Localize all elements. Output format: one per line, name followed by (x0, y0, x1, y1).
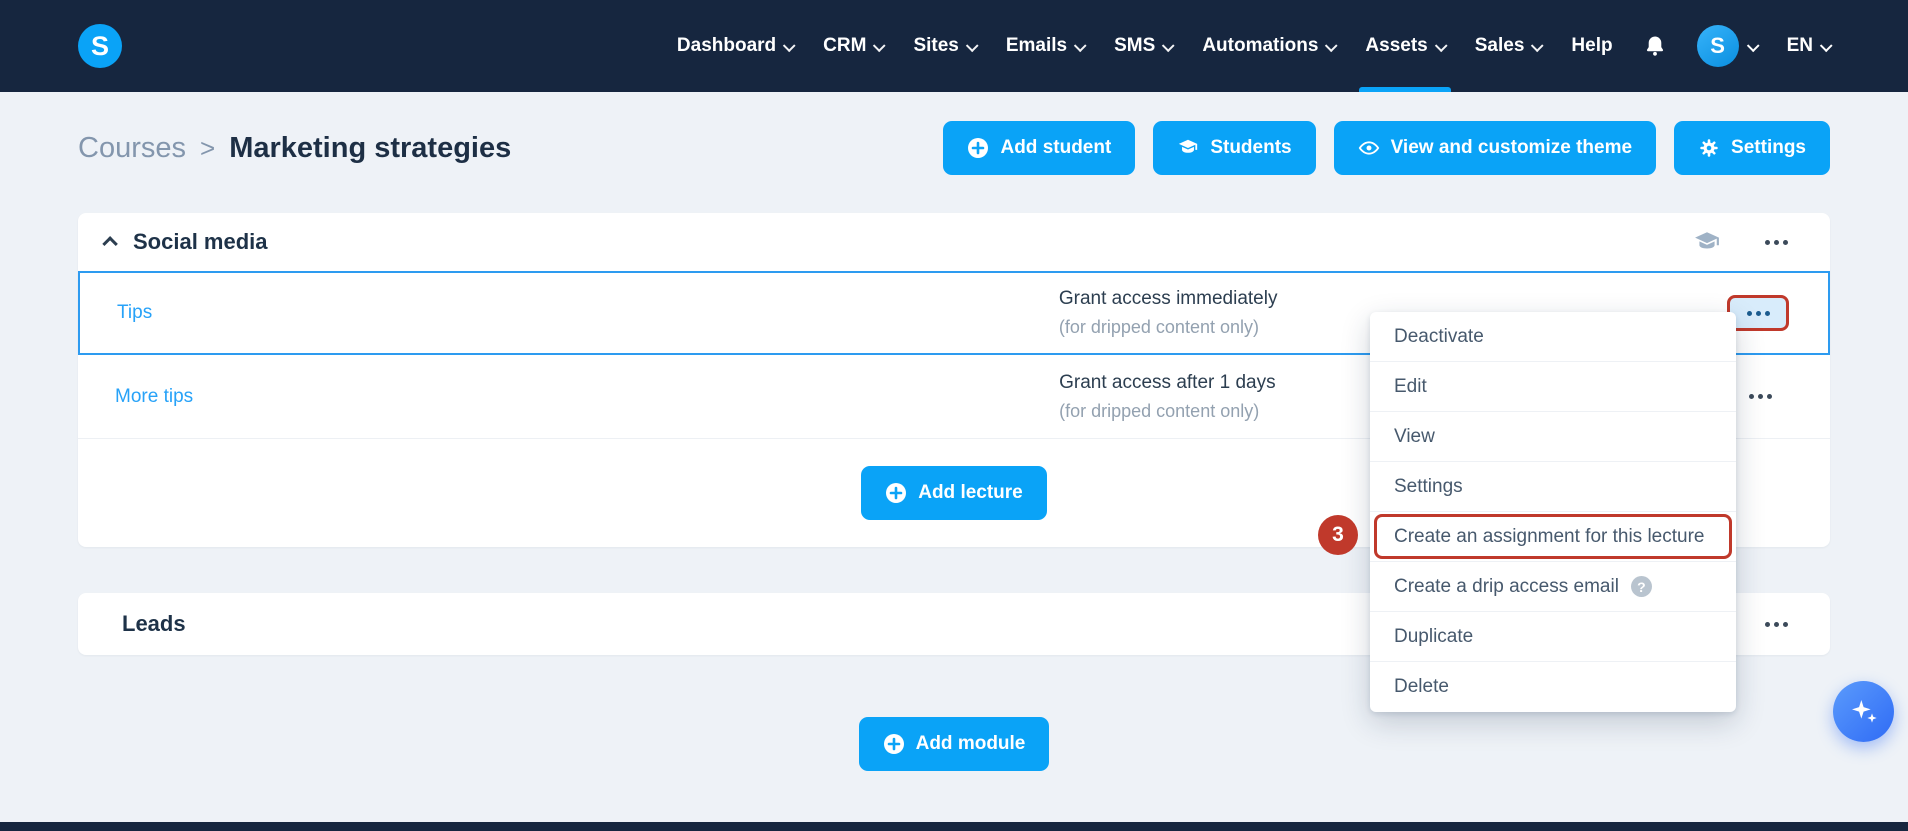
menu-item-view[interactable]: View (1370, 412, 1736, 462)
sparkles-icon (1851, 699, 1877, 723)
nav-sms[interactable]: SMS (1114, 0, 1175, 92)
page-title: Marketing strategies (229, 131, 512, 164)
students-icon (1179, 139, 1198, 153)
add-student-button[interactable]: Add student (943, 121, 1136, 175)
footer-strip (0, 822, 1908, 831)
chevron-down-icon (1162, 38, 1175, 52)
app-logo[interactable]: S (78, 24, 122, 68)
chevron-down-icon (1073, 38, 1087, 52)
gear-icon (1700, 139, 1718, 157)
graduation-cap-icon[interactable] (1694, 229, 1720, 255)
plus-circle-icon (886, 483, 907, 503)
ellipsis-icon (1748, 394, 1772, 399)
nav-help[interactable]: Help (1571, 0, 1612, 92)
plus-circle-icon (968, 138, 989, 158)
ai-assistant-button[interactable] (1833, 681, 1894, 742)
menu-item-create-assignment[interactable]: Create an assignment for this lecture (1370, 512, 1736, 562)
breadcrumb-courses-link[interactable]: Courses (78, 132, 186, 165)
chevron-down-icon (1325, 38, 1338, 52)
chevron-down-icon (1434, 38, 1448, 52)
avatar: S (1696, 25, 1739, 67)
lecture-link-tips[interactable]: Tips (80, 302, 1059, 324)
chevron-down-icon (1531, 38, 1544, 52)
nav-sales[interactable]: Sales (1475, 0, 1544, 92)
help-question-icon[interactable]: ? (1630, 576, 1652, 597)
module-title: Social media (133, 229, 268, 254)
header-actions: Add student Students View and customize … (943, 121, 1830, 175)
logo-letter: S (90, 30, 109, 61)
nav-sites[interactable]: Sites (913, 0, 979, 92)
menu-item-delete[interactable]: Delete (1370, 662, 1736, 712)
ellipsis-icon (1764, 621, 1788, 627)
menu-item-settings[interactable]: Settings (1370, 462, 1736, 512)
chevron-down-icon (1819, 38, 1833, 52)
lecture-context-menu: Deactivate Edit View Settings Create an … (1370, 312, 1736, 712)
module-header-social-media: Social media (78, 213, 1830, 271)
chevron-down-icon (782, 38, 796, 52)
breadcrumb: Courses > Marketing strategies (78, 132, 511, 165)
step-badge: 3 (1318, 515, 1358, 555)
user-avatar-menu[interactable]: S (1696, 25, 1760, 67)
ellipsis-icon (1746, 310, 1770, 316)
plus-circle-icon (883, 734, 904, 754)
chevron-down-icon (965, 38, 979, 52)
menu-item-edit[interactable]: Edit (1370, 362, 1736, 412)
eye-icon (1358, 141, 1379, 155)
ellipsis-icon (1764, 239, 1788, 245)
add-lecture-button[interactable]: Add lecture (861, 466, 1047, 520)
nav-emails[interactable]: Emails (1006, 0, 1087, 92)
top-navbar: S Dashboard CRM Sites Emails SMS Automat… (0, 0, 1908, 92)
collapse-chevron-up-icon[interactable] (102, 235, 118, 252)
nav-automations[interactable]: Automations (1202, 0, 1338, 92)
lecture-link-more-tips[interactable]: More tips (78, 386, 1059, 408)
add-module-button[interactable]: Add module (858, 717, 1050, 771)
menu-item-duplicate[interactable]: Duplicate (1370, 612, 1736, 662)
menu-item-deactivate[interactable]: Deactivate (1370, 312, 1736, 362)
lecture-more-actions-button[interactable] (1734, 381, 1786, 413)
nav-assets[interactable]: Assets (1359, 0, 1452, 92)
menu-item-create-drip-email[interactable]: Create a drip access email ? (1370, 562, 1736, 612)
students-button[interactable]: Students (1153, 121, 1316, 175)
settings-button[interactable]: Settings (1674, 121, 1830, 175)
chevron-down-icon (1746, 38, 1760, 52)
chevron-down-icon (873, 38, 887, 52)
view-customize-theme-button[interactable]: View and customize theme (1333, 121, 1657, 175)
lecture-more-actions-button-active[interactable] (1727, 295, 1789, 331)
notifications-bell-icon[interactable] (1643, 34, 1667, 58)
nav-menu: Dashboard CRM Sites Emails SMS Automatio… (677, 0, 1833, 92)
nav-dashboard[interactable]: Dashboard (677, 0, 796, 92)
module-title: Leads (122, 611, 186, 636)
language-label: EN (1786, 35, 1813, 56)
nav-crm[interactable]: CRM (823, 0, 887, 92)
module-more-actions-button[interactable] (1750, 608, 1802, 640)
breadcrumb-separator: > (200, 132, 216, 163)
language-selector[interactable]: EN (1786, 35, 1833, 57)
module-more-actions-button[interactable] (1750, 226, 1802, 258)
page-header: Courses > Marketing strategies Add stude… (78, 121, 1830, 175)
